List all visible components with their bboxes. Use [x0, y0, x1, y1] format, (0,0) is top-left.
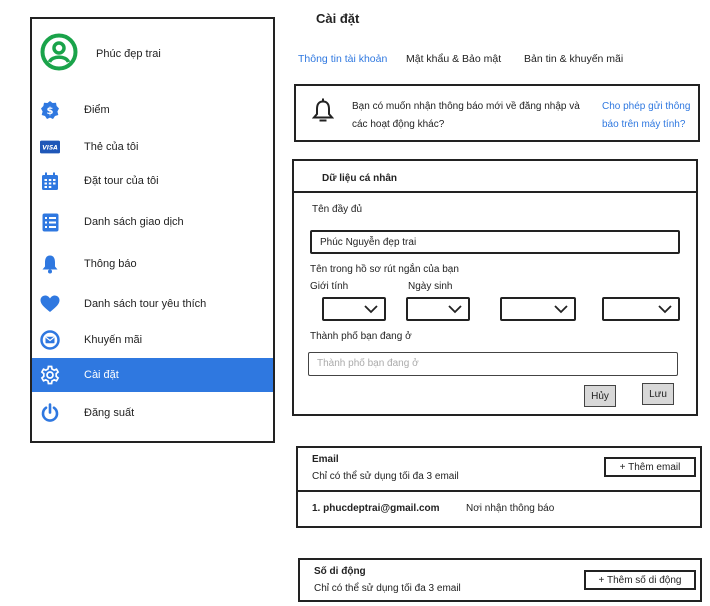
chevron-down-icon — [364, 305, 378, 314]
sidebar-item-logout[interactable]: Đăng suất — [32, 396, 273, 430]
sidebar-item-favorite-tours[interactable]: Danh sách tour yêu thích — [32, 287, 273, 321]
dollar-badge-icon: $ — [40, 100, 60, 120]
profile-name: Phúc đẹp trai — [96, 48, 161, 60]
city-input[interactable]: Thành phố bạn đang ở — [308, 352, 678, 376]
email-limit-note: Chỉ có thể sử dụng tối đa 3 email — [312, 471, 459, 482]
email-notification-tag: Nơi nhận thông báo — [466, 503, 555, 514]
gender-label: Giới tính — [310, 281, 349, 292]
sidebar: Phúc đẹp trai $ Điểm VISA Thẻ của tôi Đặ… — [30, 17, 275, 443]
bell-outline-icon — [311, 98, 335, 127]
sidebar-item-label: Cài đặt — [84, 369, 119, 381]
add-phone-button[interactable]: + Thêm số di động — [584, 570, 696, 590]
tab-account-info[interactable]: Thông tin tài khoản — [298, 53, 387, 65]
user-avatar-icon — [40, 33, 78, 71]
fullname-label: Tên đầy đủ — [312, 204, 363, 215]
page-title: Cài đặt — [316, 11, 360, 26]
card-header: Dữ liệu cá nhân — [294, 161, 696, 193]
sidebar-item-label: Đăng suất — [84, 407, 135, 419]
sidebar-item-transactions[interactable]: Danh sách giao dịch — [32, 205, 273, 239]
short-name-note: Tên trong hồ sơ rút ngắn của bạn — [310, 264, 459, 275]
personal-data-card: Dữ liệu cá nhân Tên đầy đủ Phúc Nguyễn đ… — [292, 159, 698, 416]
sidebar-item-label: Danh sách tour yêu thích — [84, 298, 207, 310]
notification-message: Bạn có muốn nhận thông báo mới về đăng n… — [352, 101, 580, 130]
chevron-down-icon — [658, 305, 672, 314]
birthday-label: Ngày sinh — [408, 281, 453, 292]
visa-card-icon: VISA — [40, 137, 60, 157]
tab-newsletter-promotions[interactable]: Bản tin & khuyến mãi — [524, 53, 623, 65]
phone-card: Số di động Chỉ có thể sử dụng tối đa 3 e… — [298, 558, 702, 602]
notification-banner: Bạn có muốn nhận thông báo mới về đăng n… — [294, 84, 700, 142]
phone-limit-note: Chỉ có thể sử dụng tối đa 3 email — [314, 583, 461, 594]
sidebar-item-label: Thẻ của tôi — [84, 141, 139, 153]
heart-icon — [40, 294, 60, 314]
sidebar-item-label: Thông báo — [84, 258, 137, 270]
birth-month-select[interactable] — [500, 297, 576, 321]
calendar-icon — [40, 171, 60, 191]
sidebar-item-my-tours[interactable]: Đặt tour của tôi — [32, 164, 273, 198]
sidebar-item-points[interactable]: $ Điểm — [32, 93, 273, 127]
sidebar-item-label: Đặt tour của tôi — [84, 175, 159, 187]
fullname-input[interactable]: Phúc Nguyễn đẹp trai — [310, 230, 680, 254]
svg-text:$: $ — [47, 106, 54, 117]
sidebar-item-label: Danh sách giao dịch — [84, 216, 184, 228]
cancel-button[interactable]: Hủy — [584, 385, 616, 407]
svg-text:VISA: VISA — [42, 146, 58, 152]
sidebar-item-notifications[interactable]: Thông báo — [32, 247, 273, 281]
card-title: Dữ liệu cá nhân — [322, 173, 398, 184]
bell-icon — [40, 254, 60, 274]
add-email-button[interactable]: + Thêm email — [604, 457, 696, 477]
profile[interactable]: Phúc đẹp trai — [32, 31, 273, 77]
sidebar-item-my-cards[interactable]: VISA Thẻ của tôi — [32, 130, 273, 164]
mail-icon — [40, 330, 60, 350]
sidebar-item-label: Khuyến mãi — [84, 334, 143, 346]
email-title: Email — [312, 454, 339, 465]
save-button[interactable]: Lưu — [642, 383, 674, 405]
email-card: Email Chỉ có thể sử dụng tối đa 3 email … — [296, 446, 702, 528]
chevron-down-icon — [554, 305, 568, 314]
city-label: Thành phố bạn đang ở — [310, 331, 412, 342]
allow-desktop-notifications-link[interactable]: Cho phép gửi thông báo trên máy tính? — [602, 98, 702, 134]
sidebar-item-label: Điểm — [84, 104, 110, 116]
sidebar-item-promotions[interactable]: Khuyến mãi — [32, 323, 273, 357]
list-icon — [40, 212, 60, 232]
phone-title: Số di động — [314, 566, 366, 577]
birth-day-select[interactable] — [406, 297, 470, 321]
tab-password-security[interactable]: Mật khẩu & Bảo mật — [406, 53, 501, 65]
email-address: 1. phucdeptrai@gmail.com — [312, 503, 440, 514]
power-icon — [40, 403, 60, 423]
sidebar-item-settings[interactable]: Cài đặt — [32, 358, 273, 392]
gender-select[interactable] — [322, 297, 386, 321]
gear-icon — [40, 365, 60, 385]
chevron-down-icon — [448, 305, 462, 314]
email-card-header: Email Chỉ có thể sử dụng tối đa 3 email … — [298, 448, 700, 492]
birth-year-select[interactable] — [602, 297, 680, 321]
